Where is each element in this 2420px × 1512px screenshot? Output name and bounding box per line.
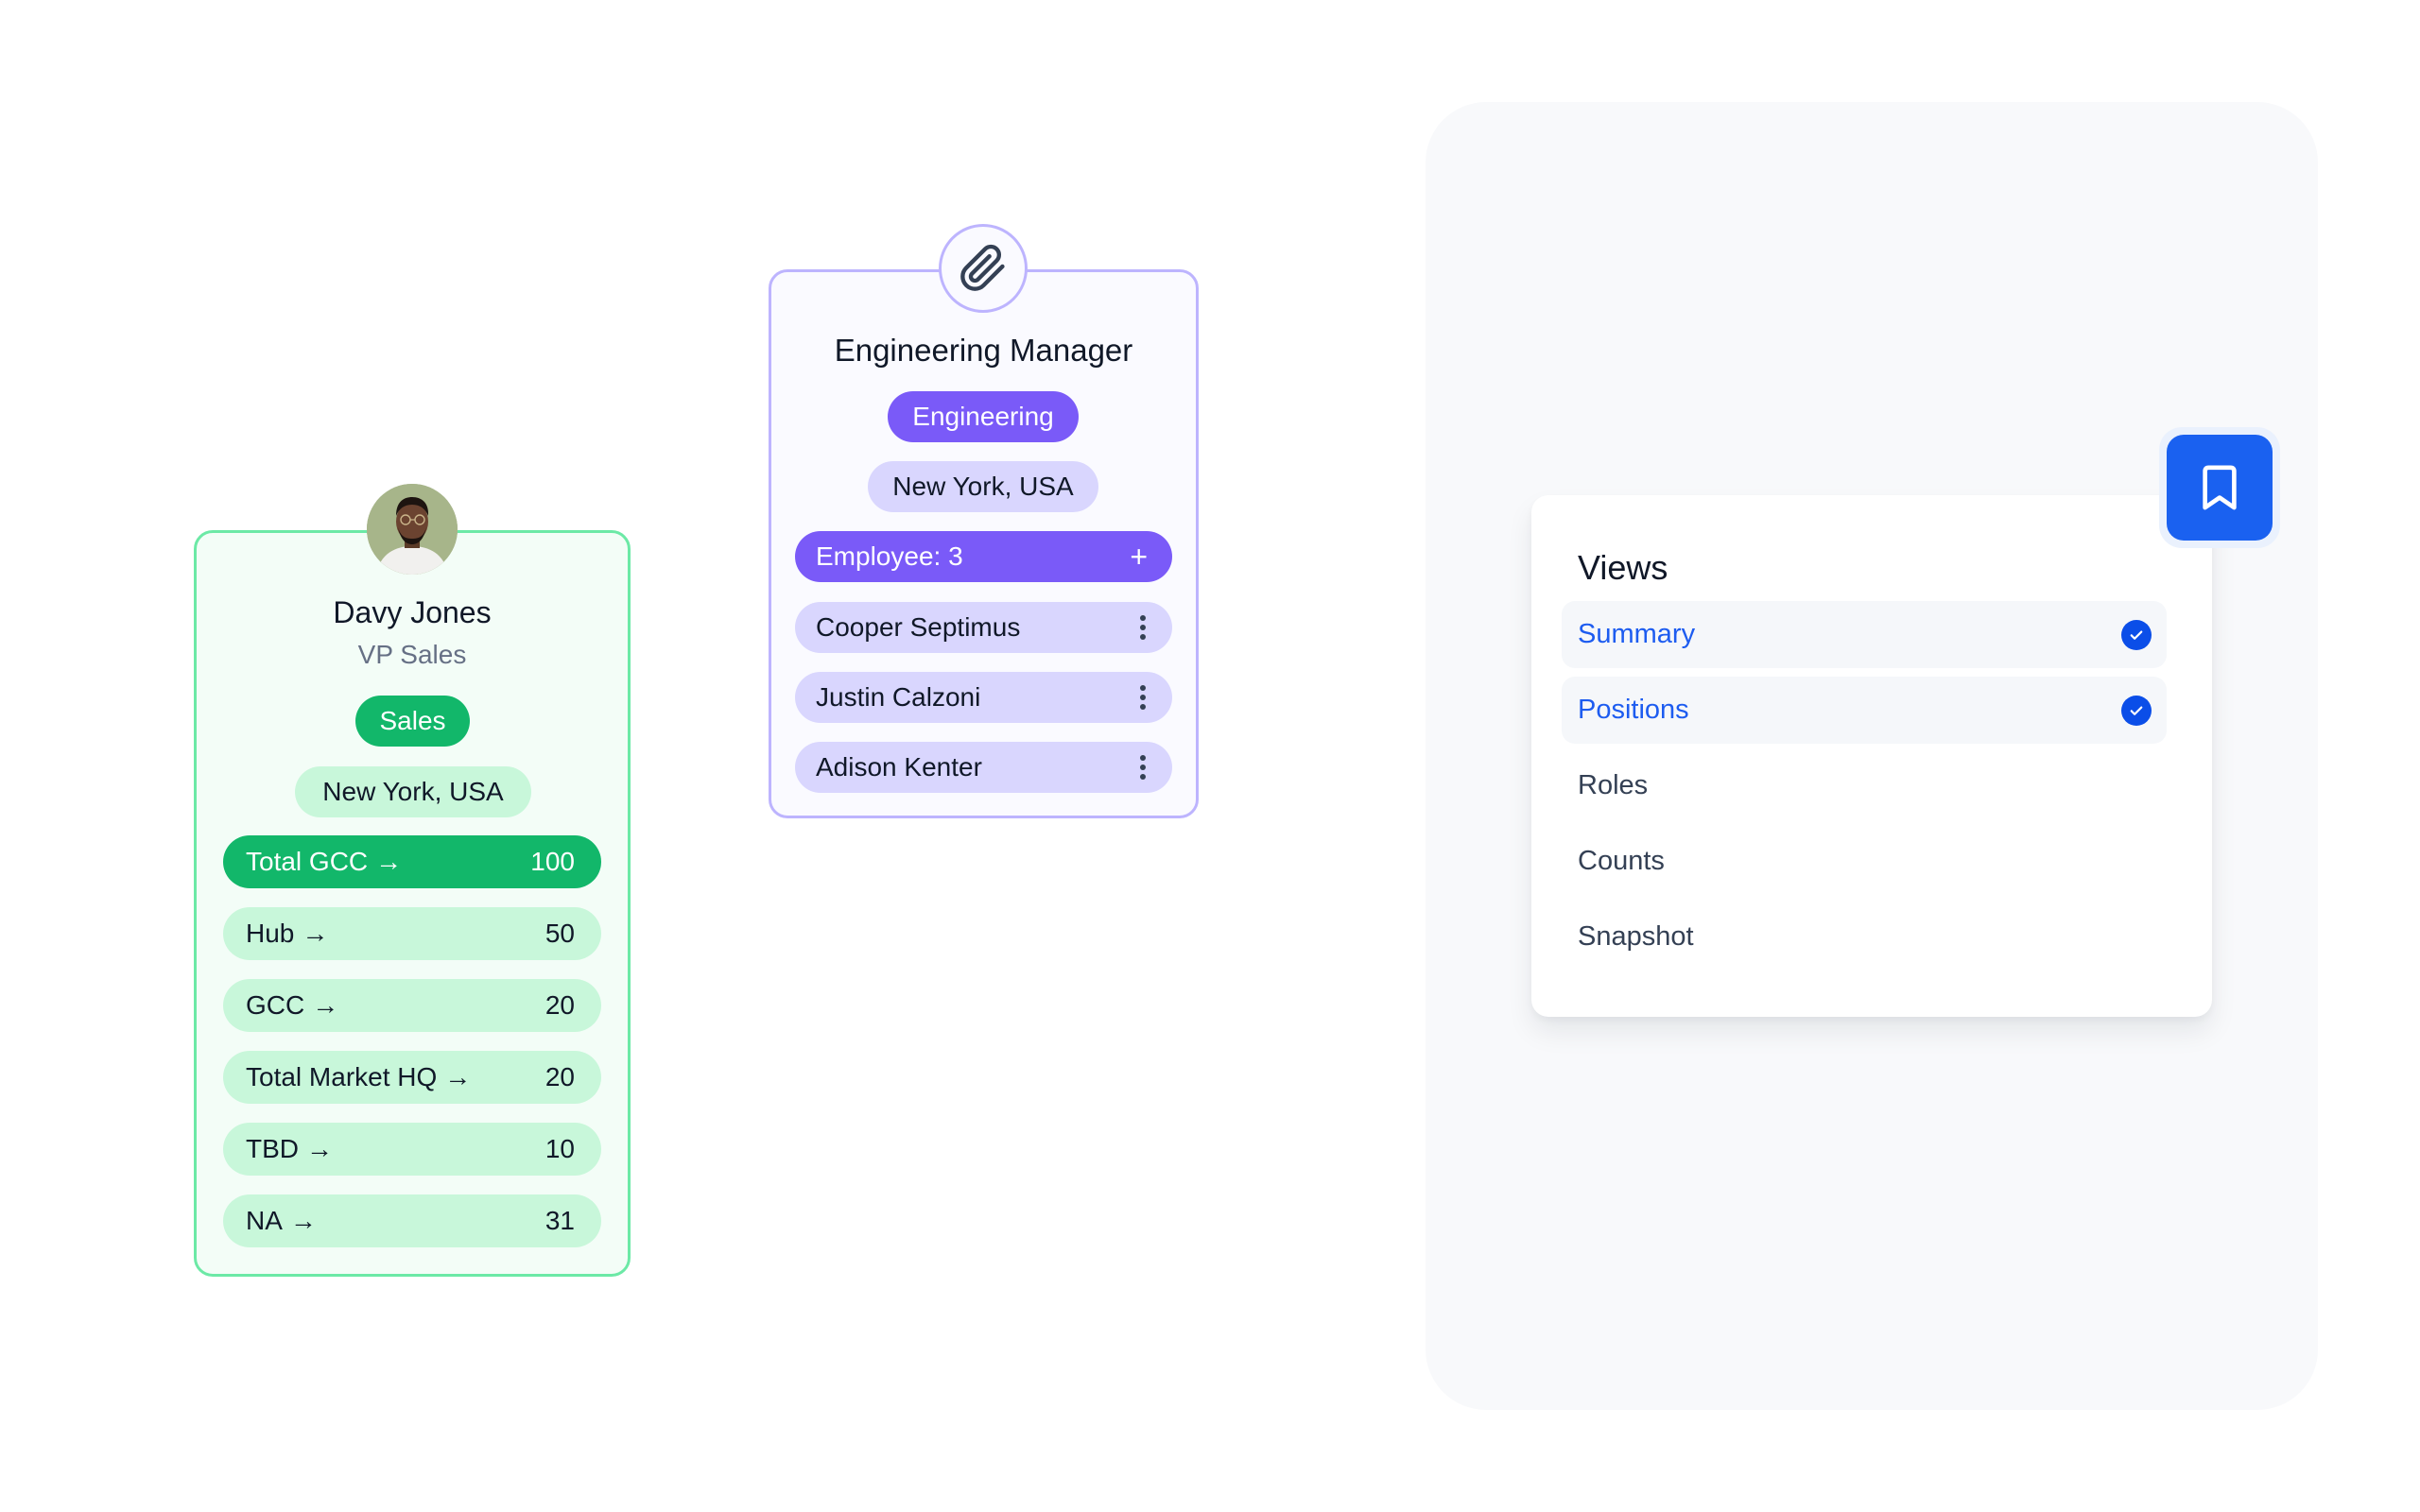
role-title: Engineering Manager <box>834 333 1133 368</box>
arrow-right-icon: → <box>312 990 339 1020</box>
avatar[interactable] <box>367 484 458 575</box>
more-vertical-icon[interactable] <box>1138 755 1148 780</box>
stat-label: Total GCC → <box>246 847 403 876</box>
arrow-right-icon: → <box>444 1062 472 1091</box>
stat-row-total-gcc[interactable]: Total GCC → 100 <box>223 835 601 888</box>
view-item-summary[interactable]: Summary <box>1562 601 2167 668</box>
stat-value: 31 <box>544 1206 575 1235</box>
arrow-right-icon: → <box>302 919 329 948</box>
view-item-roles[interactable]: Roles <box>1562 752 2167 819</box>
employee-name: Justin Calzoni <box>816 682 981 712</box>
stat-row-na[interactable]: NA → 31 <box>223 1194 601 1247</box>
check-circle-icon <box>2121 619 2152 650</box>
stat-value: 20 <box>544 990 575 1020</box>
view-item-positions[interactable]: Positions <box>1562 677 2167 744</box>
view-item-counts[interactable]: Counts <box>1562 828 2167 895</box>
employee-row[interactable]: Cooper Septimus <box>795 602 1172 653</box>
stat-row-tbd[interactable]: TBD → 10 <box>223 1123 601 1176</box>
employee-count-row[interactable]: Employee: 3 + <box>795 531 1172 582</box>
stat-label: GCC → <box>246 990 339 1020</box>
view-item-label: Positions <box>1578 695 1689 725</box>
view-item-label: Snapshot <box>1578 921 1694 952</box>
arrow-right-icon: → <box>289 1206 317 1235</box>
person-job-title: VP Sales <box>357 640 467 669</box>
stat-label: Hub → <box>246 919 329 948</box>
stat-value: 50 <box>544 919 575 948</box>
stat-label: Total Market HQ → <box>246 1062 472 1091</box>
paperclip-icon <box>960 244 1005 291</box>
location-badge: New York, USA <box>868 461 1098 512</box>
arrow-right-icon: → <box>306 1134 333 1163</box>
stat-value: 100 <box>530 847 575 876</box>
bookmark-icon <box>2203 465 2237 510</box>
more-vertical-icon[interactable] <box>1138 615 1148 640</box>
stat-label: NA → <box>246 1206 317 1235</box>
stat-row-gcc[interactable]: GCC → 20 <box>223 979 601 1032</box>
stat-row-total-market-hq[interactable]: Total Market HQ → 20 <box>223 1051 601 1104</box>
arrow-right-icon: → <box>375 847 403 876</box>
check-circle-icon <box>2121 695 2152 726</box>
person-name: Davy Jones <box>333 595 492 629</box>
employee-name: Cooper Septimus <box>816 612 1021 642</box>
stat-value: 10 <box>544 1134 575 1163</box>
view-item-label: Summary <box>1578 619 1696 649</box>
view-item-label: Counts <box>1578 846 1665 876</box>
more-vertical-icon[interactable] <box>1138 685 1148 710</box>
stat-row-hub[interactable]: Hub → 50 <box>223 907 601 960</box>
department-badge[interactable]: Sales <box>355 696 470 747</box>
employee-name: Adison Kenter <box>816 752 982 782</box>
bookmark-button[interactable] <box>2167 435 2273 541</box>
views-title: Views <box>1578 548 1668 587</box>
stat-label: TBD → <box>246 1134 333 1163</box>
view-item-label: Roles <box>1578 770 1649 800</box>
employee-row[interactable]: Adison Kenter <box>795 742 1172 793</box>
employee-count-label: Employee: 3 <box>816 541 963 571</box>
plus-icon[interactable]: + <box>1130 541 1148 572</box>
employee-row[interactable]: Justin Calzoni <box>795 672 1172 723</box>
location-badge: New York, USA <box>295 766 531 817</box>
attachment-badge[interactable] <box>939 224 1028 313</box>
avatar-photo-icon <box>367 484 458 575</box>
stat-value: 20 <box>544 1062 575 1091</box>
view-item-snapshot[interactable]: Snapshot <box>1562 903 2167 971</box>
department-badge[interactable]: Engineering <box>888 391 1079 442</box>
